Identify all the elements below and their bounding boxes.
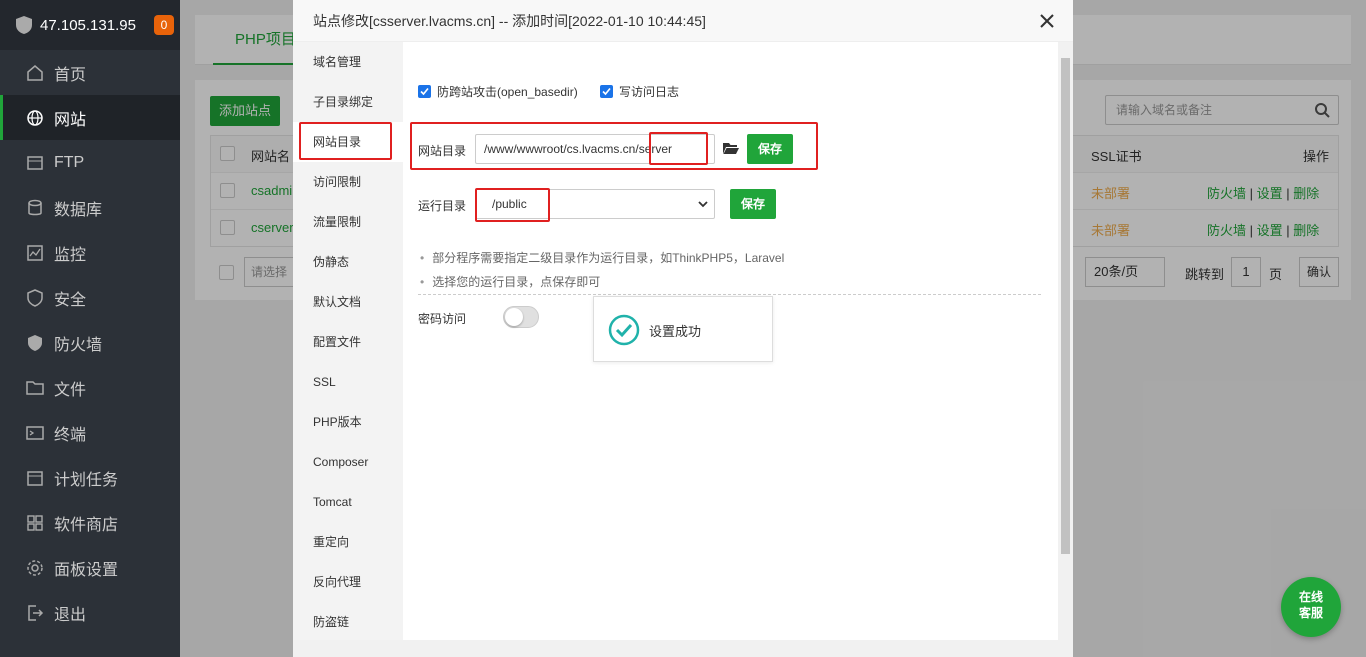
modal-side-item[interactable]: 流量限制 <box>293 202 403 242</box>
sidebar-item-2[interactable]: FTP <box>0 140 180 185</box>
server-ip: 47.105.131.95 <box>40 16 136 34</box>
notification-badge[interactable]: 0 <box>154 15 174 35</box>
success-toast: 设置成功 <box>593 296 773 362</box>
logout-icon <box>26 604 44 622</box>
sidebar-item-9[interactable]: 计划任务 <box>0 455 180 500</box>
access-log-label: 写访问日志 <box>619 85 680 99</box>
password-access-toggle[interactable] <box>503 306 539 328</box>
access-log-option[interactable]: 写访问日志 <box>600 83 679 100</box>
modal-side-item[interactable]: 防盗链 <box>293 602 403 642</box>
sidebar-item-7[interactable]: 文件 <box>0 365 180 410</box>
tip-text: 选择您的运行目录，点保存即可 <box>420 273 600 290</box>
sidebar-item-label: 文件 <box>54 381 87 399</box>
highlight-box <box>475 188 550 222</box>
calendar-icon <box>26 469 44 487</box>
folder-icon <box>26 379 44 397</box>
sidebar-item-12[interactable]: 退出 <box>0 590 180 635</box>
sidebar-item-5[interactable]: 安全 <box>0 275 180 320</box>
modal-side-item[interactable]: 反向代理 <box>293 562 403 602</box>
run-dir-label: 运行目录 <box>418 199 467 213</box>
close-icon[interactable] <box>1037 11 1057 31</box>
chat-line-1: 在线 <box>1298 590 1323 604</box>
home-icon <box>26 64 44 82</box>
modal-side-item[interactable]: Tomcat <box>293 482 403 522</box>
vertical-scrollbar[interactable] <box>1058 42 1073 640</box>
ftp-icon <box>26 154 44 172</box>
modal-side-item[interactable]: 重定向 <box>293 522 403 562</box>
monitor-icon <box>26 244 44 262</box>
modal-side-item[interactable]: Composer <box>293 442 403 482</box>
modal-side-item[interactable]: 访问限制 <box>293 162 403 202</box>
modal-body: 防跨站攻击(open_basedir) 写访问日志 网站目录 /www/wwwr… <box>403 42 1058 640</box>
firewall-icon <box>26 334 44 352</box>
chevron-down-icon <box>698 201 708 208</box>
modal-side-item[interactable]: 域名管理 <box>293 42 403 82</box>
server-header: 47.105.131.95 0 <box>0 0 180 50</box>
basedir-label: 防跨站攻击(open_basedir) <box>437 85 578 99</box>
modal-side-item[interactable]: PHP版本 <box>293 402 403 442</box>
sidebar-item-label: FTP <box>54 153 85 171</box>
sidebar-item-0[interactable]: 首页 <box>0 50 180 95</box>
sidebar-item-label: 安全 <box>54 291 87 309</box>
sidebar-item-label: 数据库 <box>54 201 103 219</box>
sidebar-item-label: 监控 <box>54 246 87 264</box>
site-dir-label: 网站目录 <box>418 144 467 158</box>
site-edit-modal: 站点修改[csserver.lvacms.cn] -- 添加时间[2022-01… <box>293 0 1073 657</box>
modal-title: 站点修改[csserver.lvacms.cn] -- 添加时间[2022-01… <box>293 0 1073 42</box>
sidebar-item-label: 计划任务 <box>54 471 119 489</box>
modal-side-item[interactable]: 伪静态 <box>293 242 403 282</box>
sidebar-item-3[interactable]: 数据库 <box>0 185 180 230</box>
divider <box>418 294 1041 295</box>
sidebar-item-label: 退出 <box>54 606 87 624</box>
checkbox-checked-icon[interactable] <box>418 85 431 98</box>
sidebar-item-6[interactable]: 防火墙 <box>0 320 180 365</box>
sidebar: 47.105.131.95 0 首页网站 FTP 数据库监控安全防火墙文件终端计划任… <box>0 0 180 657</box>
sidebar-item-label: 网站 <box>54 111 87 129</box>
sidebar-item-label: 防火墙 <box>54 336 103 354</box>
online-support-button[interactable]: 在线 客服 <box>1281 577 1341 637</box>
sidebar-item-10[interactable]: 软件商店 <box>0 500 180 545</box>
terminal-icon <box>26 424 44 442</box>
sidebar-item-label: 终端 <box>54 426 87 444</box>
server-shield-icon <box>16 16 32 34</box>
sidebar-item-label: 首页 <box>54 66 87 84</box>
toast-message: 设置成功 <box>649 324 702 339</box>
save-run-dir-button[interactable]: 保存 <box>730 189 776 219</box>
modal-side-item[interactable]: 子目录绑定 <box>293 82 403 122</box>
apps-icon <box>26 514 44 532</box>
sidebar-item-4[interactable]: 监控 <box>0 230 180 275</box>
highlight-box <box>649 132 708 165</box>
chat-line-2: 客服 <box>1298 606 1323 620</box>
gear-icon <box>26 559 44 577</box>
globe-icon <box>26 109 44 127</box>
modal-side-item[interactable]: 默认文档 <box>293 282 403 322</box>
modal-side-item[interactable]: 配置文件 <box>293 322 403 362</box>
folder-open-icon[interactable] <box>723 142 739 155</box>
database-icon <box>26 199 44 217</box>
sidebar-item-8[interactable]: 终端 <box>0 410 180 455</box>
modal-side-item[interactable]: SSL <box>293 362 403 402</box>
sidebar-item-1[interactable]: 网站 <box>0 95 180 140</box>
sidebar-item-label: 软件商店 <box>54 516 119 534</box>
password-access-label: 密码访问 <box>418 312 467 326</box>
highlight-box <box>299 122 392 160</box>
save-site-dir-button[interactable]: 保存 <box>747 134 793 164</box>
checkbox-checked-icon[interactable] <box>600 85 613 98</box>
horizontal-scrollbar[interactable] <box>293 640 1073 657</box>
shield-icon <box>26 288 44 307</box>
sidebar-item-11[interactable]: 面板设置 <box>0 545 180 590</box>
basedir-option[interactable]: 防跨站攻击(open_basedir) <box>418 83 578 100</box>
sidebar-item-label: 面板设置 <box>54 561 119 579</box>
tip-text: 部分程序需要指定二级目录作为运行目录，如ThinkPHP5，Laravel <box>420 249 784 266</box>
success-check-icon <box>608 314 640 346</box>
scroll-thumb[interactable] <box>1061 58 1070 554</box>
